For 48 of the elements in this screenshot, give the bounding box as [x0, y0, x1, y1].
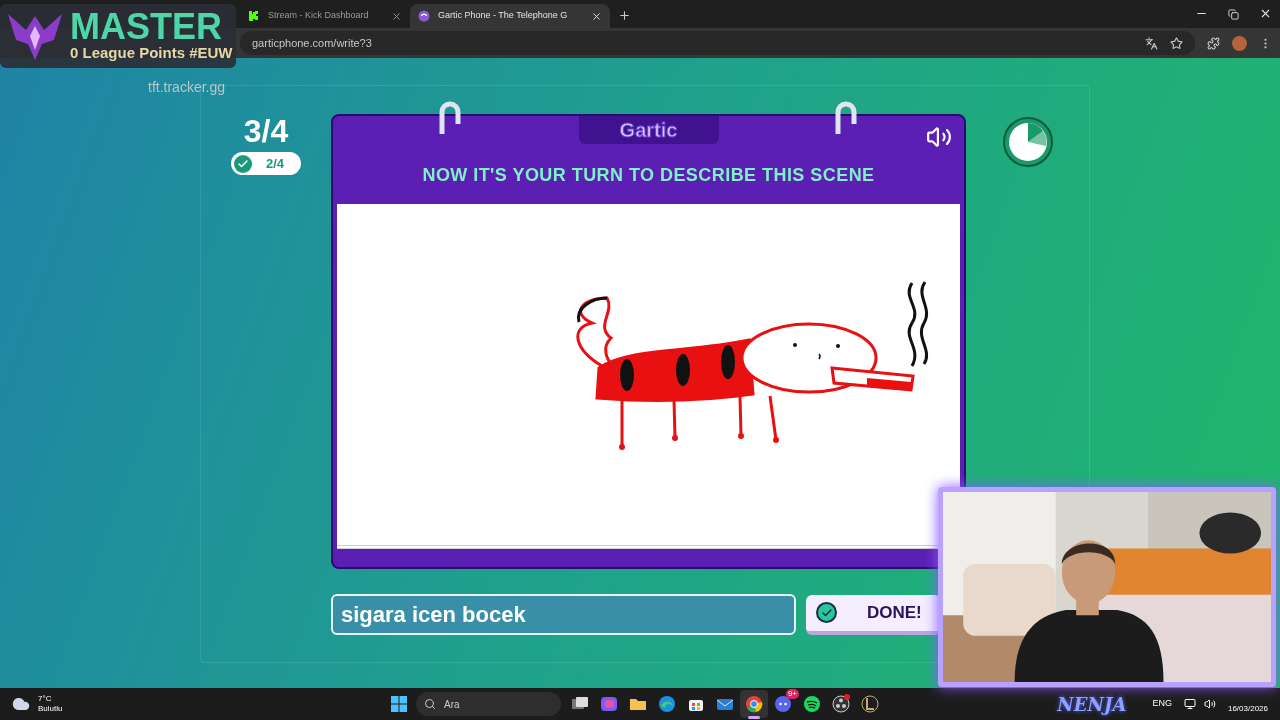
letter-emblem-icon[interactable]: [859, 694, 880, 714]
colorful-app-icon[interactable]: [598, 694, 619, 714]
temperature: 7°C: [38, 694, 53, 704]
done-button[interactable]: DONE!: [806, 594, 941, 635]
tracker-url: tft.tracker.gg: [148, 78, 226, 97]
timer-icon: [1001, 116, 1054, 168]
binder-ring-icon: [833, 100, 859, 136]
restore-icon[interactable]: [1228, 9, 1239, 20]
search-icon: [424, 698, 436, 710]
cloud-icon[interactable]: [12, 695, 30, 713]
speaker-icon[interactable]: [926, 124, 952, 150]
close-icon[interactable]: [591, 10, 602, 22]
close-icon[interactable]: [391, 10, 402, 22]
extensions-icon[interactable]: [1207, 36, 1220, 50]
league-points: 0 League Points #EUW: [70, 44, 233, 62]
language-indicator[interactable]: ENG: [1152, 697, 1172, 711]
bookmark-star-icon[interactable]: [1170, 36, 1183, 50]
monitor-icon[interactable]: [1183, 698, 1196, 710]
new-tab-icon[interactable]: [618, 9, 631, 22]
check-icon: [820, 606, 833, 619]
browser-tab[interactable]: Gartic Phone - The Telephone G: [410, 4, 610, 28]
done-count-badge: 2/4: [231, 152, 301, 175]
translate-icon[interactable]: [1145, 36, 1158, 50]
answer-input[interactable]: sigara icen bocek: [331, 594, 796, 635]
music-app-icon[interactable]: [801, 694, 822, 714]
check-icon: [237, 157, 249, 170]
brand-logo: NENJA: [1057, 692, 1127, 717]
wave-circle-icon[interactable]: [656, 694, 677, 714]
round-counter: 3/4: [243, 114, 289, 148]
volume-icon[interactable]: [1203, 698, 1216, 710]
gartic-logo: Gartic: [578, 116, 719, 144]
close-icon[interactable]: [1259, 7, 1272, 20]
profile-avatar[interactable]: [1232, 35, 1247, 51]
browser-tab[interactable]: Stream - Kick Dashboard: [240, 4, 410, 28]
phone-icon: [418, 10, 430, 22]
address-bar[interactable]: garticphone.com/write?3: [240, 31, 1195, 55]
chat-app-icon[interactable]: [772, 694, 793, 714]
letter-k-icon: [248, 10, 260, 22]
record-app-icon[interactable]: [830, 694, 851, 714]
taskbar-search[interactable]: Ara: [416, 692, 561, 716]
instruction-text: NOW IT'S YOUR TURN TO DESCRIBE THIS SCENE: [422, 164, 875, 187]
notification-badge: 9+: [785, 689, 799, 699]
binder-ring-icon: [437, 100, 463, 136]
weather-text: Bulutlu: [38, 704, 63, 714]
browser-circle-icon[interactable]: [743, 694, 764, 714]
date-text[interactable]: 16/03/2026: [1227, 703, 1268, 715]
windows-logo-icon[interactable]: [390, 695, 408, 713]
rank-title: MASTER: [70, 10, 223, 44]
